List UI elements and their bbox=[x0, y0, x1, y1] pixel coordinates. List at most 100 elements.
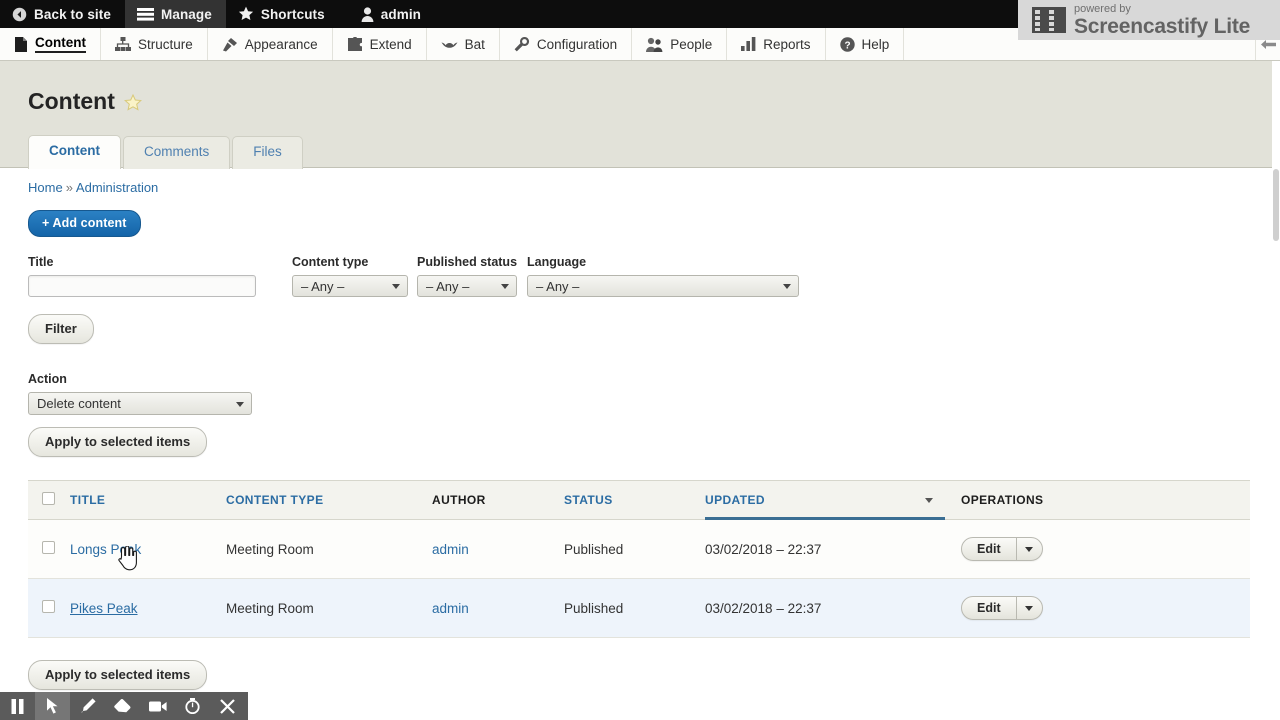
row-title-cell: Longs Peak bbox=[70, 519, 226, 579]
back-arrow-icon bbox=[12, 7, 27, 22]
scrollbar-thumb[interactable] bbox=[1273, 169, 1279, 241]
column-header-updated[interactable]: UPDATED bbox=[705, 480, 961, 521]
menu-item-label: Reports bbox=[763, 36, 811, 52]
recorder-cursor-button[interactable] bbox=[35, 692, 70, 720]
column-header-title[interactable]: TITLE bbox=[70, 480, 226, 520]
edit-dropdown-toggle[interactable] bbox=[1017, 538, 1042, 560]
close-x-icon bbox=[220, 698, 235, 714]
row-author-cell: admin bbox=[432, 578, 564, 638]
breadcrumb-administration[interactable]: Administration bbox=[76, 180, 158, 195]
hamburger-icon bbox=[136, 7, 154, 21]
filter-title-label: Title bbox=[28, 255, 54, 269]
admin-toolbar-user[interactable]: admin bbox=[339, 0, 435, 28]
menu-item-label: Configuration bbox=[536, 36, 618, 52]
vertical-scrollbar[interactable] bbox=[1272, 61, 1280, 720]
chevron-down-icon bbox=[501, 284, 509, 289]
menu-item-help[interactable]: ? Help bbox=[826, 28, 905, 60]
column-header-status[interactable]: STATUS bbox=[564, 480, 705, 520]
tab-files[interactable]: Files bbox=[232, 136, 303, 169]
select-all-header bbox=[28, 480, 70, 520]
admin-toolbar-shortcuts[interactable]: Shortcuts bbox=[226, 0, 339, 28]
admin-toolbar-label: Shortcuts bbox=[260, 6, 325, 22]
pause-icon bbox=[11, 698, 24, 714]
edit-dropdown-button[interactable]: Edit bbox=[961, 537, 1043, 561]
language-select[interactable]: – Any – bbox=[527, 275, 800, 297]
edit-button-label[interactable]: Edit bbox=[962, 538, 1017, 560]
menu-item-people[interactable]: People bbox=[632, 28, 728, 60]
menu-item-extend[interactable]: Extend bbox=[333, 28, 427, 60]
tab-content[interactable]: Content bbox=[28, 135, 121, 169]
admin-toolbar-label: Back to site bbox=[34, 6, 111, 22]
screen: Back to site Manage Shortcuts admin powe… bbox=[0, 0, 1280, 720]
apply-to-selected-items-button-bottom[interactable]: Apply to selected items bbox=[28, 660, 208, 690]
recorder-pen-button[interactable] bbox=[70, 692, 105, 720]
watermark-product-name: Screencastify Lite bbox=[1074, 14, 1251, 38]
edit-dropdown-button[interactable]: Edit bbox=[961, 596, 1043, 620]
breadcrumb-home[interactable]: Home bbox=[28, 180, 63, 195]
row-operations-cell: Edit bbox=[961, 519, 1250, 579]
content-page-icon bbox=[14, 36, 28, 52]
screencastify-watermark: powered by Screencastify Lite bbox=[1018, 0, 1280, 40]
bat-icon bbox=[441, 39, 458, 50]
filter-content-type-label: Content type bbox=[292, 255, 369, 269]
recorder-eraser-button[interactable] bbox=[105, 692, 140, 720]
admin-toolbar-back-to-site[interactable]: Back to site bbox=[0, 0, 125, 28]
breadcrumb-separator: » bbox=[65, 180, 73, 195]
cursor-arrow-icon bbox=[46, 698, 59, 714]
edit-button-label[interactable]: Edit bbox=[962, 597, 1017, 619]
row-checkbox[interactable] bbox=[42, 541, 55, 554]
menu-item-appearance[interactable]: Appearance bbox=[208, 28, 333, 60]
admin-toolbar-manage[interactable]: Manage bbox=[124, 0, 226, 28]
tab-label: Files bbox=[253, 144, 282, 159]
menu-item-bat[interactable]: Bat bbox=[427, 28, 500, 60]
row-content-type-cell: Meeting Room bbox=[226, 578, 432, 638]
menu-item-configuration[interactable]: Configuration bbox=[500, 28, 633, 60]
star-outline-icon[interactable] bbox=[123, 93, 142, 112]
chevron-down-icon bbox=[1025, 546, 1034, 552]
filter-button[interactable]: Filter bbox=[28, 314, 94, 344]
screen-recorder-toolbar bbox=[0, 692, 248, 720]
content-table: TITLE CONTENT TYPE AUTHOR STATUS UPDATED… bbox=[28, 480, 1250, 638]
breadcrumb: Home» Administration bbox=[0, 168, 1272, 195]
content-type-select[interactable]: – Any – bbox=[292, 275, 408, 297]
column-header-author[interactable]: AUTHOR bbox=[432, 480, 564, 520]
page-title-text: Content bbox=[28, 88, 115, 114]
table-row[interactable]: Pikes Peak Meeting Room admin Published … bbox=[28, 578, 1250, 638]
menu-item-reports[interactable]: Reports bbox=[727, 28, 826, 60]
menu-item-structure[interactable]: Structure bbox=[101, 28, 208, 60]
published-status-value: – Any – bbox=[426, 278, 470, 294]
bar-chart-icon bbox=[741, 37, 756, 51]
menu-item-label: Bat bbox=[464, 36, 485, 52]
recorder-timer-button[interactable] bbox=[175, 692, 210, 720]
recorder-video-button[interactable] bbox=[140, 692, 175, 720]
filter-language-group: Language – Any – bbox=[527, 255, 800, 297]
sort-descending-icon bbox=[925, 498, 933, 503]
column-header-content-type[interactable]: CONTENT TYPE bbox=[226, 480, 432, 520]
row-title-link[interactable]: Longs Peak bbox=[70, 542, 141, 557]
user-icon bbox=[361, 6, 374, 22]
filter-published-status-label: Published status bbox=[417, 255, 518, 269]
table-row[interactable]: Longs Peak Meeting Room admin Published … bbox=[28, 519, 1250, 579]
row-author-link[interactable]: admin bbox=[432, 601, 469, 616]
menu-item-content[interactable]: Content bbox=[0, 28, 101, 60]
menu-item-label: Help bbox=[861, 36, 890, 52]
edit-dropdown-toggle[interactable] bbox=[1017, 597, 1042, 619]
action-select[interactable]: Delete content bbox=[28, 392, 252, 415]
row-author-link[interactable]: admin bbox=[432, 542, 469, 557]
recorder-pause-button[interactable] bbox=[0, 692, 35, 720]
search-input[interactable] bbox=[28, 275, 256, 297]
svg-text:?: ? bbox=[844, 40, 850, 51]
row-checkbox[interactable] bbox=[42, 600, 55, 613]
apply-to-selected-items-button-top[interactable]: Apply to selected items bbox=[28, 427, 208, 457]
recorder-close-button[interactable] bbox=[210, 692, 245, 720]
select-all-checkbox[interactable] bbox=[42, 492, 55, 505]
add-content-button[interactable]: + Add content bbox=[28, 210, 141, 237]
published-status-select[interactable]: – Any – bbox=[417, 275, 517, 297]
row-content-type-cell: Meeting Room bbox=[226, 519, 432, 579]
chevron-down-icon bbox=[1025, 605, 1034, 611]
puzzle-piece-icon bbox=[347, 35, 363, 52]
row-select-cell bbox=[28, 578, 70, 638]
tab-comments[interactable]: Comments bbox=[123, 136, 231, 169]
row-title-link[interactable]: Pikes Peak bbox=[70, 601, 138, 616]
menu-item-label: Structure bbox=[138, 36, 193, 52]
